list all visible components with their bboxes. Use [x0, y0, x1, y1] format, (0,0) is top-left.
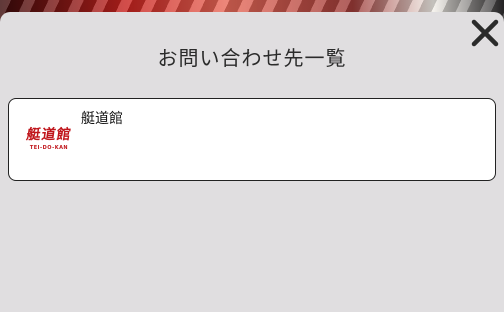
logo-subtext: TEI-DO-KAN	[29, 145, 69, 151]
contact-name: 艇道館	[81, 111, 123, 127]
contact-list-modal: お問い合わせ先一覧 艇道館 TEI-DO-KAN 艇道館	[0, 12, 504, 312]
modal-title: お問い合わせ先一覧	[157, 46, 347, 70]
contact-logo: 艇道館 TEI-DO-KAN	[21, 127, 77, 161]
contact-card[interactable]: 艇道館 TEI-DO-KAN 艇道館	[8, 98, 496, 181]
contact-list: 艇道館 TEI-DO-KAN 艇道館	[8, 98, 498, 181]
logo-text: 艇道館	[25, 127, 73, 143]
